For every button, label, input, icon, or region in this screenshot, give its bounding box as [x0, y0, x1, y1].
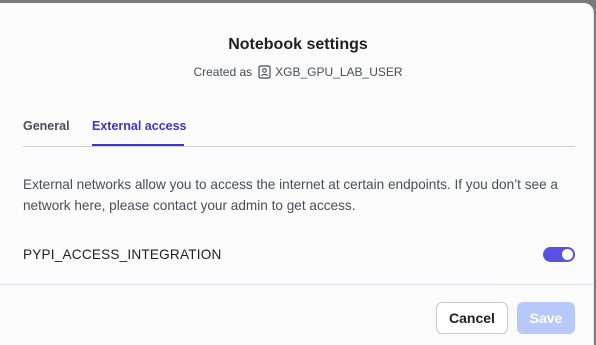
toggle-knob	[562, 249, 573, 260]
role-name: XGB_GPU_LAB_USER	[275, 65, 403, 79]
dialog-title: Notebook settings	[228, 36, 368, 53]
integration-name: PYPI_ACCESS_INTEGRATION	[23, 247, 222, 262]
created-as-line: Created as XGB_GPU_LAB_USER	[0, 64, 593, 80]
external-access-description: External networks allow you to access th…	[23, 177, 558, 213]
notebook-settings-dialog: Notebook settings Created as XGB_GPU_LAB…	[0, 3, 594, 345]
integration-toggle[interactable]	[543, 247, 575, 262]
person-badge-icon	[258, 65, 271, 79]
cancel-button[interactable]: Cancel	[436, 302, 508, 334]
tab-external-access[interactable]: External access	[92, 118, 187, 134]
created-as-label: Created as	[193, 65, 253, 79]
active-tab-indicator	[92, 144, 184, 146]
tab-general[interactable]: General	[23, 118, 70, 134]
footer-divider	[0, 284, 593, 285]
settings-tabs: General External access	[23, 116, 575, 147]
save-button[interactable]: Save	[517, 302, 575, 334]
